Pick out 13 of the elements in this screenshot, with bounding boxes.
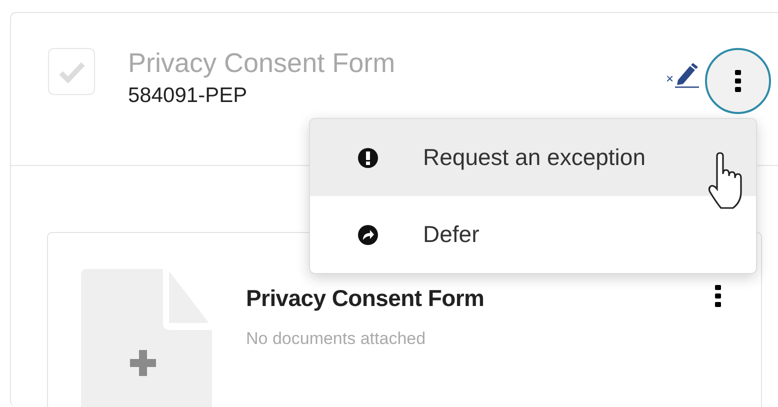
clear-mark[interactable]: × — [666, 68, 674, 88]
more-icon[interactable] — [715, 285, 721, 307]
menu-item[interactable]: Request an exception — [310, 119, 756, 196]
more-icon — [735, 70, 741, 92]
document-status: No documents attached — [246, 328, 427, 350]
task-code: 584091-PEP — [128, 83, 248, 109]
menu-item[interactable]: Defer — [310, 196, 756, 273]
document-title: Privacy Consent Form — [246, 284, 484, 313]
pencil-icon[interactable] — [674, 62, 699, 88]
task-title: Privacy Consent Form — [128, 47, 396, 80]
exclamation-icon — [358, 148, 378, 168]
checkbox[interactable] — [48, 48, 95, 95]
check-icon — [58, 60, 84, 82]
